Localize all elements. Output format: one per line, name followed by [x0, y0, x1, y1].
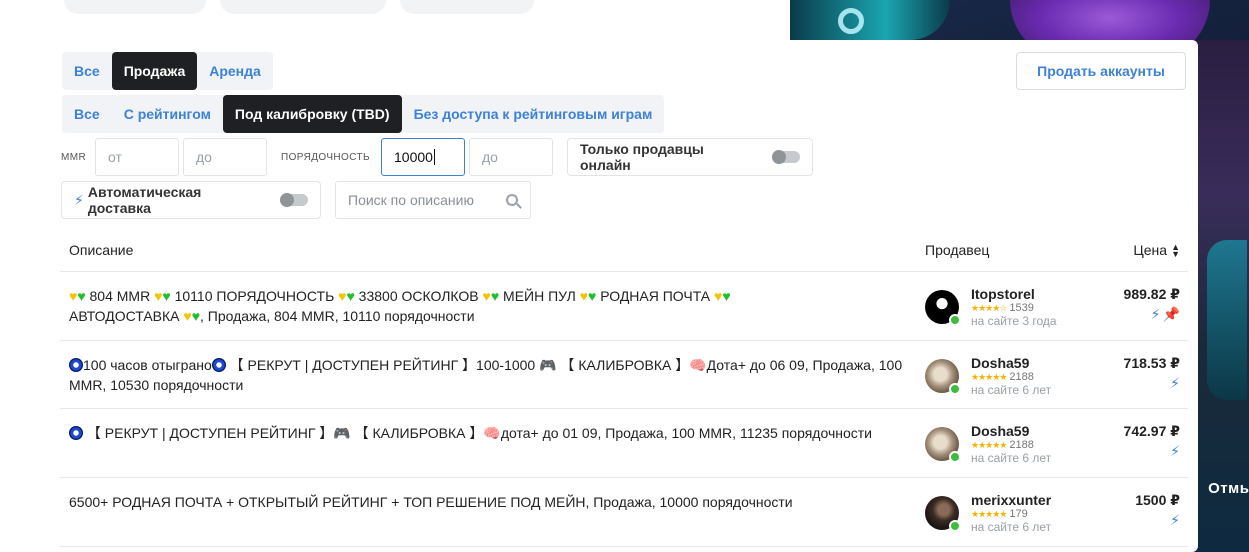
online-indicator — [949, 520, 961, 532]
offers-panel: Все Продажа Аренда Продать аккаунты Все … — [52, 40, 1198, 552]
tab-sale[interactable]: Продажа — [111, 52, 198, 90]
nazar-icon — [69, 426, 83, 440]
deal-type-tabs: Все Продажа Аренда — [62, 52, 273, 90]
nazar-icon — [69, 358, 83, 372]
tab-no-ranked[interactable]: Без доступа к рейтинговым играм — [402, 95, 665, 133]
lightning-icon: ⚡ — [1170, 375, 1180, 391]
lightning-icon: ⚡ — [74, 191, 84, 208]
offer-description[interactable]: 100 часов отыграно 【 РЕКРУТ | ДОСТУПЕН Р… — [69, 355, 911, 395]
search-icon[interactable] — [506, 194, 518, 206]
top-pill[interactable] — [400, 0, 534, 14]
online-switch[interactable] — [772, 150, 800, 164]
auto-delivery-toggle[interactable]: ⚡ Автоматическая доставка — [61, 181, 321, 219]
tab-rating-all[interactable]: Все — [62, 95, 112, 133]
col-price-sort[interactable]: Цена ▲ ▼ — [1133, 242, 1180, 259]
description-search-input[interactable]: Поиск по описанию — [335, 181, 531, 219]
gamepad-icon: 🎮 — [333, 425, 351, 441]
mmr-to-input[interactable]: до — [183, 138, 267, 176]
seller-since: на сайте 6 лет — [971, 520, 1052, 534]
green-heart-icon: ♥ — [162, 288, 171, 304]
brain-icon: 🧠 — [689, 357, 707, 373]
green-heart-icon: ♥ — [346, 288, 355, 304]
seller-rating: ★★★★★ 2188 — [971, 439, 1034, 451]
sort-icon[interactable]: ▲ ▼ — [1171, 243, 1180, 259]
seller-info[interactable]: merixxunter ★★★★★ 179 на сайте 6 лет — [925, 492, 1085, 534]
seller-name[interactable]: Dosha59 — [971, 423, 1029, 439]
table-row[interactable]: 【 РЕКРУТ | ДОСТУПЕН РЕЙТИНГ 】🎮 【 КАЛИБРО… — [60, 409, 1188, 478]
yellow-heart-icon: ♥ — [183, 308, 192, 324]
offer-description[interactable]: ♥♥ 804 MMR ♥♥ 10110 ПОРЯДОЧНОСТЬ ♥♥ 3380… — [69, 286, 911, 326]
offer-price: 742.97 ₽ — [1123, 423, 1180, 439]
seller-info[interactable]: Dosha59 ★★★★★ 2188 на сайте 6 лет — [925, 355, 1085, 397]
tab-all[interactable]: Все — [62, 52, 112, 90]
brain-icon: 🧠 — [483, 425, 501, 441]
col-description: Описание — [69, 242, 134, 258]
order-from-input[interactable]: 10000 — [381, 138, 465, 176]
yellow-heart-icon: ♥ — [482, 288, 491, 304]
green-heart-icon: ♥ — [722, 288, 731, 304]
green-heart-icon: ♥ — [490, 288, 500, 304]
order-to-input[interactable]: до — [469, 138, 553, 176]
online-only-toggle[interactable]: Только продавцы онлайн — [567, 138, 813, 176]
auto-delivery-switch[interactable] — [280, 193, 308, 207]
tab-calibration[interactable]: Под калибровку (TBD) — [222, 95, 402, 133]
seller-since: на сайте 6 лет — [971, 451, 1052, 465]
table-row[interactable]: 6500+ РОДНАЯ ПОЧТА + ОТКРЫТЫЙ РЕЙТИНГ + … — [60, 478, 1188, 547]
table-header: Описание Продавец Цена ▲ ▼ — [60, 236, 1188, 272]
seller-name[interactable]: Itopstorel — [971, 286, 1035, 302]
offer-price: 718.53 ₽ — [1123, 355, 1180, 371]
rating-tabs: Все С рейтингом Под калибровку (TBD) Без… — [62, 95, 665, 133]
offer-description[interactable]: 6500+ РОДНАЯ ПОЧТА + ОТКРЫТЫЙ РЕЙТИНГ + … — [69, 492, 911, 512]
tab-rent[interactable]: Аренда — [197, 52, 273, 90]
seller-rating: ★★★★☆ 1539 — [971, 302, 1034, 314]
gamepad-icon: 🎮 — [539, 357, 557, 373]
seller-info[interactable]: Dosha59 ★★★★★ 2188 на сайте 6 лет — [925, 423, 1085, 465]
top-pill[interactable] — [64, 0, 206, 14]
offer-description[interactable]: 【 РЕКРУТ | ДОСТУПЕН РЕЙТИНГ 】🎮 【 КАЛИБРО… — [69, 423, 911, 443]
promo-text: Отмы — [1208, 480, 1249, 497]
seller-name[interactable]: merixxunter — [971, 492, 1051, 508]
yellow-heart-icon: ♥ — [579, 288, 588, 304]
order-label: ПОРЯДОЧНОСТЬ — [281, 152, 370, 163]
seller-rating: ★★★★★ 2188 — [971, 371, 1034, 383]
mmr-label: MMR — [61, 152, 87, 163]
seller-rating: ★★★★★ 179 — [971, 508, 1028, 520]
table-row[interactable]: ♥♥ 804 MMR ♥♥ 10110 ПОРЯДОЧНОСТЬ ♥♥ 3380… — [60, 272, 1188, 341]
online-indicator — [949, 451, 961, 463]
lightning-icon: ⚡ — [1150, 306, 1161, 322]
lightning-icon: ⚡ — [1170, 512, 1180, 528]
pin-icon: 📌 — [1162, 306, 1180, 322]
online-indicator — [949, 314, 961, 326]
seller-since: на сайте 3 года — [971, 314, 1057, 328]
sell-accounts-button[interactable]: Продать аккаунты — [1016, 52, 1186, 90]
mmr-from-input[interactable]: от — [95, 138, 179, 176]
green-heart-icon: ♥ — [191, 308, 201, 324]
seller-name[interactable]: Dosha59 — [971, 355, 1029, 371]
nazar-icon — [211, 358, 226, 372]
table-row[interactable]: 100 часов отыграно 【 РЕКРУТ | ДОСТУПЕН Р… — [60, 341, 1188, 409]
lightning-icon: ⚡ — [1170, 443, 1180, 459]
seller-info[interactable]: Itopstorel ★★★★☆ 1539 на сайте 3 года — [925, 286, 1085, 328]
online-indicator — [949, 383, 961, 395]
top-pill[interactable] — [220, 0, 386, 14]
offer-price: 1500 ₽ — [1135, 492, 1180, 508]
green-heart-icon: ♥ — [77, 288, 86, 304]
col-seller: Продавец — [925, 242, 990, 258]
offer-price: 989.82 ₽ — [1123, 286, 1180, 302]
tab-with-rating[interactable]: С рейтингом — [112, 95, 223, 133]
seller-since: на сайте 6 лет — [971, 383, 1052, 397]
